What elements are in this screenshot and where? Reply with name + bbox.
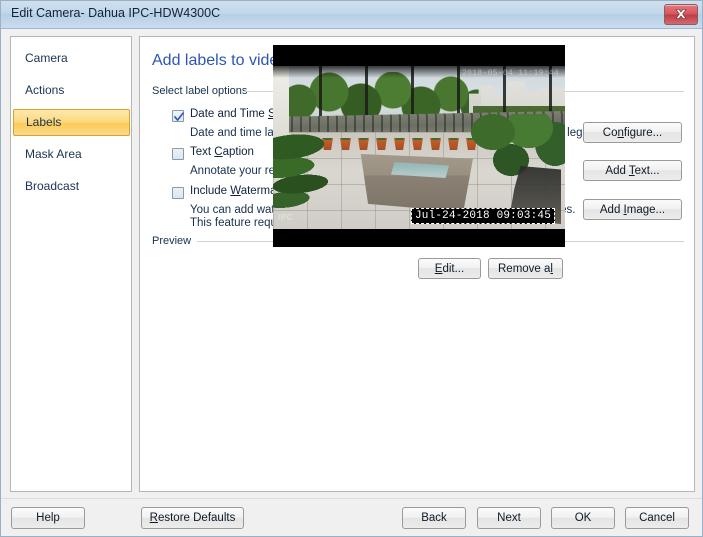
options-group-label: Select label options [152,85,252,97]
scene-table [351,154,473,212]
camera-watermark-text: IPC [278,213,293,222]
scene-pot [393,138,406,150]
camera-embedded-timestamp: 2018-05-04 11:19:44 [462,69,559,78]
cancel-button[interactable]: Cancel [625,507,689,529]
back-button[interactable]: Back [402,507,466,529]
window-title: Edit Camera- Dahua IPC-HDW4300C [11,6,220,20]
sidebar-item-labels[interactable]: Labels [13,109,130,136]
add-image-button[interactable]: Add Image... [583,199,682,220]
button-label-post: ext... [635,165,660,177]
next-button[interactable]: Next [477,507,541,529]
configure-button[interactable]: Configure... [583,122,682,143]
button-label-post: estore Defaults [158,512,235,524]
scene-pot [411,138,424,150]
navigation-sidebar: Camera Actions Labels Mask Area Broadcas… [10,36,132,492]
button-label-post: figure... [624,127,662,139]
option-label-accesskey: W [230,185,240,197]
button-label-post: mage... [627,204,665,216]
button-label-post: dit... [442,263,464,275]
text-caption-checkbox[interactable] [172,148,184,160]
include-watermark-label[interactable]: Include Watermark [190,185,286,197]
restore-defaults-button[interactable]: Restore Defaults [141,507,244,529]
button-label-pre: Add [605,165,628,177]
scene-pot [375,138,388,150]
sidebar-item-label: Camera [25,51,68,65]
edit-camera-dialog: Edit Camera- Dahua IPC-HDW4300C Camera A… [0,0,703,537]
edit-label-button[interactable]: Edit... [418,258,481,279]
button-label-accesskey: l [550,263,553,275]
checkmark-icon [174,112,184,122]
button-label-accesskey: R [150,512,158,524]
add-text-button[interactable]: Add Text... [583,160,682,181]
scene-pot [339,138,352,150]
option-label-pre: Date and Time [190,108,268,120]
camera-preview[interactable]: 2018-05-04 11:19:44 IPC Jul-24-2018 09:0… [273,45,565,247]
text-caption-label[interactable]: Text Caption [190,146,254,158]
option-label-post: aption [223,146,254,158]
button-label-pre: Add [600,204,624,216]
close-button[interactable] [664,4,698,25]
sidebar-item-mask-area[interactable]: Mask Area [13,141,130,168]
preview-group-label: Preview [152,235,196,247]
sidebar-item-label: Labels [26,115,61,129]
scene-left-palm [273,129,335,215]
scene-pot [357,138,370,150]
button-label-pre: Co [603,127,618,139]
sidebar-item-actions[interactable]: Actions [13,77,130,104]
camera-video-frame: 2018-05-04 11:19:44 IPC Jul-24-2018 09:0… [273,66,565,229]
include-watermark-checkbox[interactable] [172,187,184,199]
sidebar-item-label: Broadcast [25,179,79,193]
option-label-pre: Text [190,146,214,158]
sidebar-item-broadcast[interactable]: Broadcast [13,173,130,200]
scene-pot [429,138,442,150]
dialog-footer: Help Restore Defaults Back Next OK Cance… [1,498,703,537]
osd-timestamp-overlay[interactable]: Jul-24-2018 09:03:45 [411,208,555,224]
option-label-pre: Include [190,185,230,197]
option-label-accesskey: C [214,146,222,158]
help-button[interactable]: Help [11,507,85,529]
close-icon [674,8,688,21]
button-label-pre: Remove a [498,263,550,275]
remove-all-labels-button[interactable]: Remove al [488,258,563,279]
main-content-panel: Add labels to video recordings and photo… [139,36,695,492]
scene-pot [447,138,460,150]
sidebar-item-label: Actions [25,83,64,97]
date-time-stamp-checkbox[interactable] [172,110,184,122]
title-bar: Edit Camera- Dahua IPC-HDW4300C [1,1,703,29]
ok-button[interactable]: OK [551,507,615,529]
sidebar-item-label: Mask Area [25,147,82,161]
sidebar-item-camera[interactable]: Camera [13,45,130,72]
